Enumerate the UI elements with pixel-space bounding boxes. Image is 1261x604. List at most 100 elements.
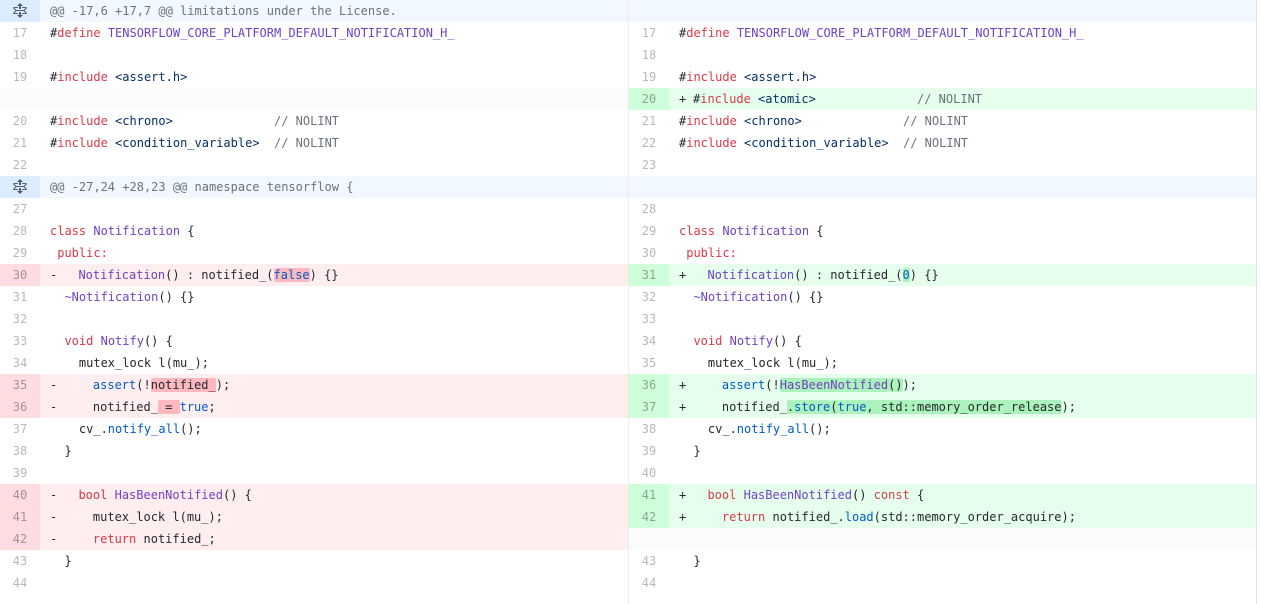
code-token: () {: [772, 334, 802, 348]
expand-lines-button[interactable]: [0, 0, 40, 22]
line-number[interactable]: 30: [629, 242, 669, 264]
line-number[interactable]: 18: [629, 44, 669, 66]
line-number[interactable]: 22: [629, 132, 669, 154]
line-number[interactable]: 17: [0, 22, 40, 44]
line-number[interactable]: 43: [0, 550, 40, 572]
left-line-ctx: 18: [0, 44, 628, 66]
line-number[interactable]: 40: [0, 484, 40, 506]
code-token: true: [837, 400, 867, 414]
code-token: TENSORFLOW_CORE_PLATFORM_DEFAULT_NOTIFIC…: [107, 26, 455, 40]
line-number[interactable]: 29: [0, 242, 40, 264]
code-token: TENSORFLOW_CORE_PLATFORM_DEFAULT_NOTIFIC…: [736, 26, 1084, 40]
code-token: notified_.: [765, 510, 845, 524]
diff-right-border: [1256, 0, 1257, 604]
line-number[interactable]: 34: [629, 330, 669, 352]
line-number[interactable]: 21: [629, 110, 669, 132]
line-number[interactable]: 34: [0, 352, 40, 374]
line-number[interactable]: 18: [0, 44, 40, 66]
left-line-ctx: 29 public:: [0, 242, 628, 264]
hunk-header-text: @@ -27,24 +28,23 @@ namespace tensorflow…: [50, 180, 354, 194]
right-line-ctx: 30 public:: [629, 242, 1257, 264]
line-number[interactable]: 20: [629, 88, 669, 110]
code-token: // NOLINT: [274, 114, 340, 128]
code-token: (!: [765, 378, 780, 392]
line-number[interactable]: 20: [0, 110, 40, 132]
code-token: <condition_variable>: [744, 136, 889, 150]
line-number[interactable]: 31: [629, 264, 669, 286]
line-number[interactable]: 23: [629, 154, 669, 176]
line-number[interactable]: 33: [629, 308, 669, 330]
line-number[interactable]: 33: [0, 330, 40, 352]
code-token: include: [686, 136, 737, 150]
code-line: - mutex_lock l(mu_);: [50, 506, 223, 528]
line-number[interactable]: 42: [0, 528, 40, 550]
code-token: Notification: [78, 268, 166, 282]
left-line-ctx: 27: [0, 198, 628, 220]
line-number[interactable]: 41: [0, 506, 40, 528]
line-number[interactable]: 32: [629, 286, 669, 308]
code-line: - assert(!notified_);: [50, 374, 230, 396]
right-line-ctx: 44: [629, 572, 1257, 594]
right-line-ctx: 19 #include <assert.h>: [629, 66, 1257, 88]
code-token: =: [157, 400, 180, 414]
left-line-del: 42- return notified_;: [0, 528, 628, 550]
line-number[interactable]: 27: [0, 198, 40, 220]
line-number[interactable]: 30: [0, 264, 40, 286]
code-token: HasBeenNotified: [779, 378, 889, 392]
deletion-marker: -: [50, 532, 58, 546]
line-number[interactable]: 19: [629, 66, 669, 88]
line-number[interactable]: 41: [629, 484, 669, 506]
left-line-ctx: 20 #include <chrono> // NOLINT: [0, 110, 628, 132]
line-number[interactable]: 37: [0, 418, 40, 440]
line-number[interactable]: 32: [0, 308, 40, 330]
left-line-del: 35 - assert(!notified_);: [0, 374, 628, 396]
left-line-del: 30- Notification() : notified_(false) {}: [0, 264, 628, 286]
line-number[interactable]: 38: [629, 418, 669, 440]
code-token: public:: [50, 246, 108, 260]
line-number[interactable]: 37: [629, 396, 669, 418]
code-line: #define TENSORFLOW_CORE_PLATFORM_DEFAULT…: [50, 22, 455, 44]
addition-marker: +: [679, 92, 687, 106]
code-token: () {: [143, 334, 173, 348]
line-number[interactable]: 36: [0, 396, 40, 418]
line-number[interactable]: 28: [0, 220, 40, 242]
code-line: cv_.notify_all();: [679, 418, 831, 440]
line-number[interactable]: 43: [629, 550, 669, 572]
line-number[interactable]: 22: [0, 154, 40, 176]
left-line-ctx: 44: [0, 572, 628, 594]
line-number[interactable]: 29: [629, 220, 669, 242]
line-number[interactable]: 39: [0, 462, 40, 484]
line-number[interactable]: 28: [629, 198, 669, 220]
line-number[interactable]: 19: [0, 66, 40, 88]
line-number[interactable]: 35: [0, 374, 40, 396]
code-token: load: [844, 510, 874, 524]
line-number[interactable]: 39: [629, 440, 669, 462]
line-number[interactable]: 17: [629, 22, 669, 44]
code-line: public:: [679, 242, 737, 264]
line-number[interactable]: 36: [629, 374, 669, 396]
line-number[interactable]: 44: [0, 572, 40, 594]
line-number[interactable]: 21: [0, 132, 40, 154]
line-number[interactable]: 42: [629, 506, 669, 528]
line-number[interactable]: 35: [629, 352, 669, 374]
code-token: true: [179, 400, 209, 414]
line-number[interactable]: 44: [629, 572, 669, 594]
code-line: void Notify() {: [50, 330, 173, 352]
line-number[interactable]: 38: [0, 440, 40, 462]
code-line: }: [679, 550, 700, 572]
line-number[interactable]: 40: [629, 462, 669, 484]
code-line: + Notification() : notified_(0) {}: [679, 264, 939, 286]
line-number[interactable]: 31: [0, 286, 40, 308]
code-token: include: [686, 114, 737, 128]
expand-lines-button[interactable]: [0, 176, 40, 198]
code-line: + #include <atomic> // NOLINT: [679, 88, 982, 110]
